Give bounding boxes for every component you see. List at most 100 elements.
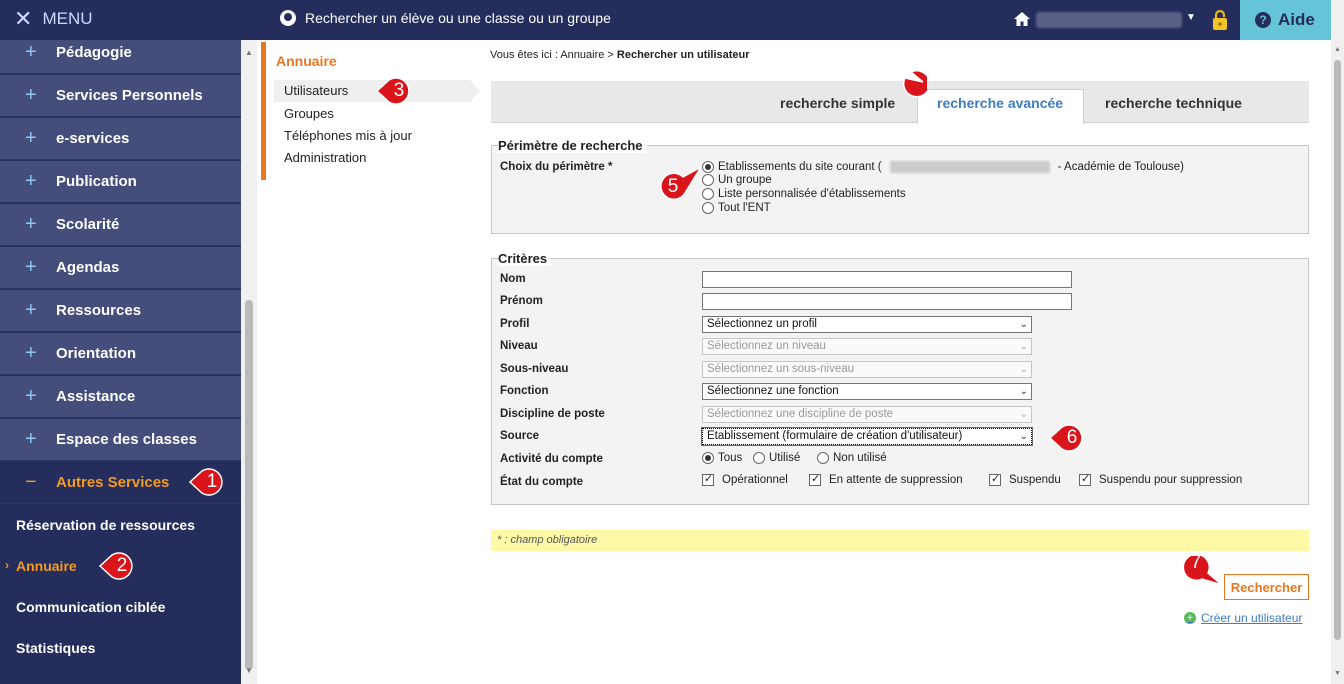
sous-niveau-label: Sous-niveau <box>500 363 569 375</box>
plus-icon: + <box>25 428 37 450</box>
etat-option-operationnel[interactable]: Opérationnel <box>702 472 788 486</box>
scroll-up-icon[interactable]: ▲ <box>1334 46 1341 53</box>
tab-recherche-avancee[interactable]: recherche avancée <box>937 95 1063 111</box>
sidebar-item-label: Espace des classes <box>56 431 197 448</box>
sidebar-item-ressources[interactable]: + Ressources <box>0 290 241 332</box>
radio-selected-icon[interactable] <box>702 161 714 173</box>
activite-option-non-utilise[interactable]: Non utilisé <box>817 452 887 464</box>
submenu-link-administration[interactable]: Administration <box>284 150 366 165</box>
perimetre-option-site[interactable]: Etablissements du site courant ( - Acadé… <box>702 161 1184 173</box>
callout-marker-1: 1 <box>188 464 228 500</box>
scroll-up-icon[interactable]: ▲ <box>245 48 253 57</box>
perimetre-legend: Périmètre de recherche <box>498 138 647 153</box>
create-user-link[interactable]: + Créer un utilisateur <box>1184 611 1302 625</box>
prenom-input[interactable] <box>702 293 1072 310</box>
scrollbar-thumb[interactable] <box>245 300 253 670</box>
radio-icon[interactable] <box>702 188 714 200</box>
submenu-link-telephones[interactable]: Téléphones mis à jour <box>284 128 412 143</box>
plus-icon: + <box>25 213 37 235</box>
discipline-select: Sélectionnez une discipline de poste ⌄ <box>702 406 1032 423</box>
sidebar-item-assistance[interactable]: + Assistance <box>0 376 241 418</box>
sidebar-item-label: Orientation <box>56 345 137 362</box>
etat-option-suspendu[interactable]: Suspendu <box>989 472 1061 486</box>
profil-select[interactable]: Sélectionnez un profil ⌄ <box>702 316 1032 333</box>
prenom-label: Prénom <box>500 295 543 307</box>
marker-number: 3 <box>393 80 405 101</box>
radio-selected-icon[interactable] <box>702 452 714 464</box>
sidebar-item-label: e-services <box>56 130 130 147</box>
chevron-down-icon: ⌄ <box>1019 386 1028 397</box>
scroll-down-icon[interactable]: ▼ <box>1334 670 1341 677</box>
checkbox-checked-icon[interactable] <box>989 472 1001 486</box>
tab-recherche-simple[interactable]: recherche simple <box>780 95 895 111</box>
radio-icon[interactable] <box>817 452 829 464</box>
nom-input[interactable] <box>702 271 1072 288</box>
sidebar-item-agendas[interactable]: + Agendas <box>0 247 241 289</box>
sidebar-item-services-personnels[interactable]: + Services Personnels <box>0 75 241 117</box>
radio-icon[interactable] <box>702 202 714 214</box>
submenu-link-utilisateurs[interactable]: Utilisateurs <box>284 83 348 98</box>
scroll-down-icon[interactable]: ▼ <box>245 666 253 675</box>
marker-number: 5 <box>667 176 679 197</box>
minus-icon: − <box>25 471 37 493</box>
sidebar-subitem-label: Réservation de ressources <box>16 516 195 533</box>
sidebar-scrollbar[interactable]: ▲ ▼ <box>241 40 257 684</box>
activite-option-utilise[interactable]: Utilisé <box>753 452 800 464</box>
tab-recherche-technique[interactable]: recherche technique <box>1105 95 1242 111</box>
perimetre-option-liste[interactable]: Liste personnalisée d'établissements <box>702 188 906 200</box>
perimetre-option-groupe[interactable]: Un groupe <box>702 174 772 186</box>
page-scrollbar[interactable]: ▲ ▼ <box>1331 40 1344 684</box>
lock-icon[interactable] <box>1212 9 1228 31</box>
plus-icon: + <box>25 127 37 149</box>
school-selector[interactable] <box>1036 12 1182 28</box>
sidebar-item-label: Pédagogie <box>56 44 132 61</box>
activite-option-label: Non utilisé <box>833 452 887 464</box>
etat-option-suspendu-suppression[interactable]: Suspendu pour suppression <box>1079 472 1242 486</box>
source-select[interactable]: Etablissement (formulaire de création d'… <box>701 427 1033 446</box>
sidebar-subitem-label: Statistiques <box>16 639 96 656</box>
search-button[interactable]: Rechercher <box>1224 574 1309 600</box>
sidebar-item-orientation[interactable]: + Orientation <box>0 333 241 375</box>
submenu-link-groupes[interactable]: Groupes <box>284 106 334 121</box>
profil-label: Profil <box>500 318 530 330</box>
menu-button[interactable]: ✕ MENU <box>14 8 93 30</box>
scrollbar-thumb[interactable] <box>1334 60 1341 640</box>
sidebar-item-publication[interactable]: + Publication <box>0 161 241 203</box>
etat-option-label: Opérationnel <box>722 474 788 486</box>
help-button[interactable]: ? Aide <box>1240 0 1331 40</box>
radio-icon[interactable] <box>753 452 765 464</box>
fonction-select[interactable]: Sélectionnez une fonction ⌄ <box>702 383 1032 400</box>
sidebar: + Pédagogie + Services Personnels + e-se… <box>0 40 241 684</box>
callout-marker-3: 3 <box>375 73 415 109</box>
sidebar-subitem-label: Annuaire <box>16 557 77 574</box>
help-icon: ? <box>1255 12 1271 28</box>
sidebar-subitem-statistiques[interactable]: Statistiques <box>0 627 241 668</box>
plus-icon: + <box>25 385 37 407</box>
close-icon: ✕ <box>14 6 33 31</box>
sidebar-subitem-reservation[interactable]: Réservation de ressources <box>0 504 241 545</box>
radio-icon[interactable] <box>702 174 714 186</box>
activite-option-tous[interactable]: Tous <box>702 452 742 464</box>
chevron-down-icon[interactable]: ▼ <box>1186 12 1196 23</box>
sidebar-item-espace-des-classes[interactable]: + Espace des classes <box>0 419 241 461</box>
home-icon[interactable] <box>1014 12 1030 26</box>
etat-option-label: Suspendu <box>1009 474 1061 486</box>
sidebar-item-scolarite[interactable]: + Scolarité <box>0 204 241 246</box>
sidebar-item-label: Ressources <box>56 302 142 319</box>
etat-option-label: En attente de suppression <box>829 474 963 486</box>
profil-select-value: Sélectionnez un profil <box>707 318 817 330</box>
sidebar-subitem-communication[interactable]: Communication ciblée <box>0 586 241 627</box>
sous-niveau-select: Sélectionnez un sous-niveau ⌄ <box>702 361 1032 378</box>
plus-icon: + <box>25 170 37 192</box>
checkbox-checked-icon[interactable] <box>1079 472 1091 486</box>
global-search[interactable]: Rechercher un élève ou une classe ou un … <box>280 10 611 26</box>
callout-marker-2: 2 <box>98 548 138 584</box>
nom-label: Nom <box>500 273 526 285</box>
checkbox-checked-icon[interactable] <box>702 472 714 486</box>
callout-marker-5: 5 <box>653 164 704 203</box>
checkbox-checked-icon[interactable] <box>809 472 821 486</box>
etat-option-attente[interactable]: En attente de suppression <box>809 472 963 486</box>
perimetre-option-ent[interactable]: Tout l'ENT <box>702 202 771 214</box>
sidebar-item-pedagogie[interactable]: + Pédagogie <box>0 40 241 74</box>
sidebar-item-e-services[interactable]: + e-services <box>0 118 241 160</box>
